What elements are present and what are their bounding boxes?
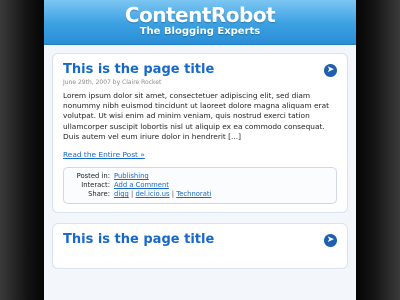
share-label: Share: — [88, 190, 110, 199]
post-title[interactable]: This is the page title — [63, 232, 337, 248]
posted-in-row: Posted in: Publishing — [72, 172, 328, 181]
interact-label: Interact: — [81, 181, 110, 190]
arrow-circle-icon[interactable]: ➤ — [324, 64, 337, 77]
post-meta: June 29th, 2007 by Claire Rocket — [63, 79, 162, 86]
interact-row: Interact: Add a Comment — [72, 181, 328, 190]
read-more-link[interactable]: Read the Entire Post » — [63, 150, 337, 159]
post-excerpt: Lorem ipsum dolor sit amet, consectetuer… — [63, 91, 330, 141]
category-link[interactable]: Publishing — [114, 172, 149, 180]
post-card: This is the page title ➤ — [52, 223, 348, 270]
share-row: Share: digg | del.icio.us | Technorati — [72, 190, 328, 199]
device-bezel-left — [0, 0, 44, 300]
share-separator: | — [131, 190, 134, 199]
post-title[interactable]: This is the page title — [63, 62, 337, 78]
site-title[interactable]: ContentRobot — [44, 0, 356, 26]
share-digg-link[interactable]: digg — [114, 190, 129, 198]
posted-in-label: Posted in: — [76, 172, 110, 181]
share-separator: | — [171, 190, 175, 199]
phone-screen: ContentRobot The Blogging Experts This i… — [44, 0, 356, 300]
device-bezel-right — [356, 0, 400, 300]
post-card: This is the page title ➤ June 29th, 2007… — [52, 53, 348, 214]
post-info-box: Posted in: Publishing Interact: Add a Co… — [63, 167, 337, 205]
add-comment-link[interactable]: Add a Comment — [114, 181, 169, 189]
share-technorati-link[interactable]: Technorati — [176, 190, 211, 198]
arrow-circle-icon[interactable]: ➤ — [324, 234, 337, 248]
share-delicious-link[interactable]: del.icio.us — [135, 190, 169, 198]
site-header: ContentRobot The Blogging Experts — [44, 0, 356, 45]
site-tagline: The Blogging Experts — [139, 26, 261, 37]
